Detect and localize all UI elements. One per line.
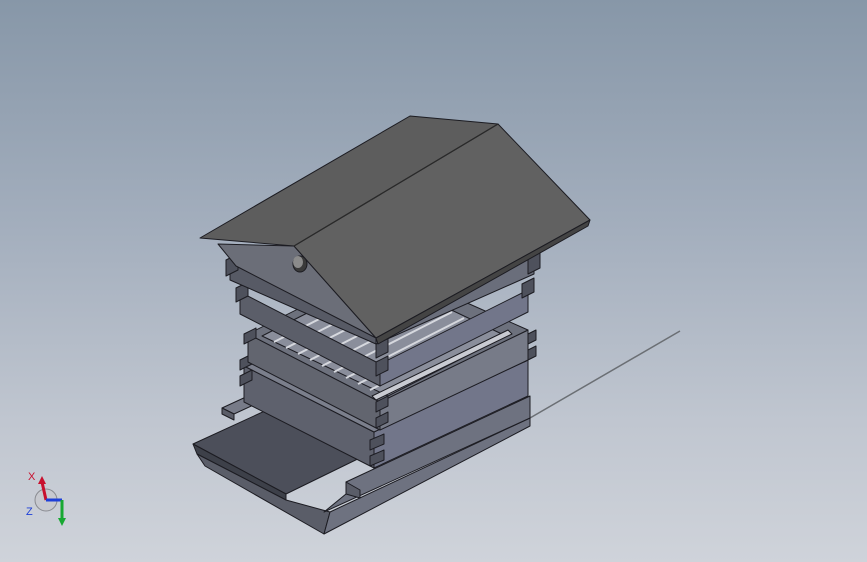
model-view[interactable] [0,0,867,562]
z-axis-arrow [58,518,66,526]
reference-line [529,330,681,419]
x-axis-label: X [28,471,36,483]
graphics-viewport[interactable]: X Z [0,0,867,562]
z-axis-label: Z [26,506,33,518]
beehive-model[interactable] [192,115,591,535]
x-axis-arrow [38,476,46,484]
orientation-triad[interactable]: X Z [24,466,76,530]
